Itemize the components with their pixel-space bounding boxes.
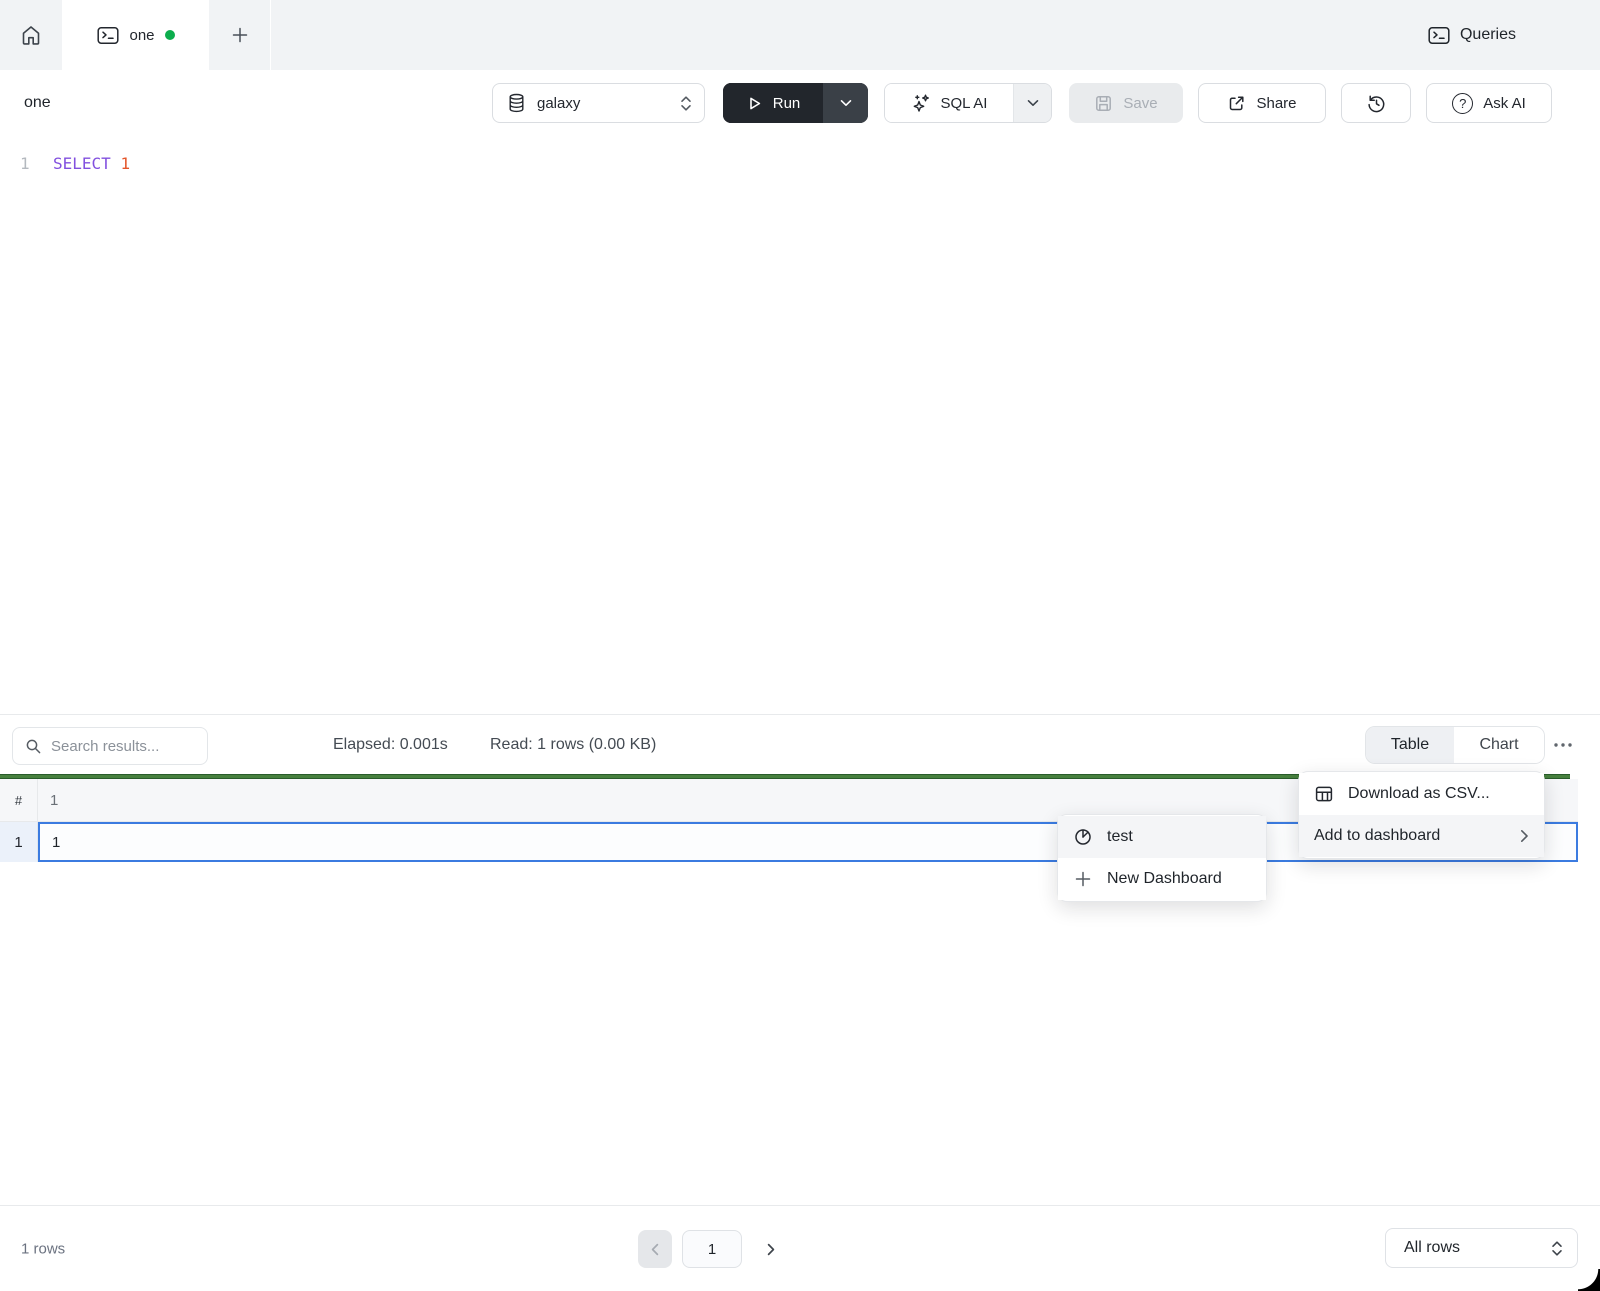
- updown-chevron-icon: [680, 95, 692, 112]
- sql-literal: 1: [120, 154, 130, 173]
- page-size-value: All rows: [1404, 1239, 1551, 1257]
- results-context-menu: Download as CSV... Add to dashboard: [1298, 771, 1545, 859]
- play-icon: [746, 95, 763, 112]
- queries-button[interactable]: Queries: [1408, 0, 1600, 70]
- pie-chart-icon: [1073, 827, 1093, 847]
- sparkles-icon: [911, 93, 931, 113]
- current-page-indicator[interactable]: 1: [682, 1230, 742, 1268]
- window-rounded-corner: [1578, 1269, 1600, 1291]
- query-toolbar: one galaxy Run: [0, 70, 1600, 136]
- tab-bar: one Queries: [0, 0, 1600, 70]
- menu-item-add-to-dashboard[interactable]: Add to dashboard: [1299, 815, 1544, 857]
- tab-table-view[interactable]: Table: [1366, 727, 1454, 763]
- line-number: 1: [0, 154, 40, 173]
- page-size-select[interactable]: All rows: [1385, 1228, 1578, 1268]
- ellipsis-icon: [1553, 742, 1573, 748]
- new-tab-button[interactable]: [209, 0, 271, 70]
- search-results-input[interactable]: [51, 738, 197, 755]
- tab-bar-spacer: [271, 0, 1408, 70]
- search-results-box: [12, 727, 208, 765]
- updown-chevron-icon: [1551, 1240, 1563, 1257]
- more-options-button[interactable]: [1549, 731, 1577, 759]
- run-button[interactable]: Run: [723, 83, 823, 123]
- submenu-item-test[interactable]: test: [1058, 816, 1266, 858]
- elapsed-stat: Elapsed: 0.001s: [333, 715, 448, 774]
- row-index-cell[interactable]: 1: [0, 822, 38, 862]
- query-title: one: [24, 94, 51, 112]
- run-split-button: Run: [723, 83, 868, 123]
- queries-label: Queries: [1460, 26, 1516, 44]
- save-label: Save: [1123, 95, 1157, 112]
- results-footer: 1 rows 1 All rows: [0, 1205, 1600, 1291]
- menu-item-label: Download as CSV...: [1348, 785, 1529, 803]
- sql-code: SELECT 1: [40, 154, 130, 173]
- share-button[interactable]: Share: [1198, 83, 1326, 123]
- ask-ai-button[interactable]: ? Ask AI: [1426, 83, 1552, 123]
- tab-label: one: [129, 27, 154, 44]
- run-label: Run: [773, 95, 801, 112]
- sql-console-window: one Queries one galaxy: [0, 0, 1600, 1291]
- sql-ai-button[interactable]: SQL AI: [885, 84, 1013, 122]
- history-icon: [1366, 93, 1387, 114]
- menu-item-download-csv[interactable]: Download as CSV...: [1299, 773, 1544, 815]
- space: [111, 154, 121, 173]
- tab-chart-view[interactable]: Chart: [1454, 727, 1544, 763]
- sql-keyword: SELECT: [53, 154, 111, 173]
- chevron-down-icon: [840, 99, 852, 107]
- plus-icon: [231, 26, 249, 44]
- plus-icon: [1073, 870, 1093, 888]
- search-icon: [25, 738, 42, 755]
- home-button[interactable]: [0, 0, 63, 70]
- submenu-item-new-dashboard[interactable]: New Dashboard: [1058, 858, 1266, 900]
- database-icon: [507, 93, 526, 113]
- question-circle-icon: ?: [1452, 93, 1473, 114]
- index-column-header: #: [0, 779, 38, 821]
- home-icon: [19, 23, 43, 47]
- chevron-right-icon: [1520, 829, 1529, 843]
- terminal-icon: [1428, 26, 1450, 45]
- database-name: galaxy: [537, 95, 669, 112]
- submenu-item-label: test: [1107, 828, 1251, 846]
- submenu-item-label: New Dashboard: [1107, 870, 1251, 888]
- database-select[interactable]: galaxy: [492, 83, 705, 123]
- previous-page-button[interactable]: [638, 1230, 672, 1268]
- terminal-icon: [97, 26, 119, 45]
- menu-item-label: Add to dashboard: [1314, 827, 1506, 845]
- dashboard-submenu: test New Dashboard: [1057, 814, 1267, 902]
- sql-ai-options-button[interactable]: [1013, 84, 1051, 122]
- share-label: Share: [1256, 95, 1296, 112]
- editor-line: 1 SELECT 1: [0, 150, 130, 176]
- share-icon: [1227, 94, 1246, 113]
- chevron-left-icon: [651, 1243, 659, 1256]
- history-button[interactable]: [1341, 83, 1411, 123]
- save-icon: [1094, 94, 1113, 113]
- sql-ai-split-button: SQL AI: [884, 83, 1052, 123]
- chevron-down-icon: [1027, 99, 1039, 107]
- results-toolbar: Elapsed: 0.001s Read: 1 rows (0.00 KB) T…: [0, 714, 1600, 774]
- save-button[interactable]: Save: [1069, 83, 1183, 123]
- view-toggle: Table Chart: [1365, 726, 1545, 764]
- sql-editor[interactable]: 1 SELECT 1: [0, 136, 1600, 714]
- read-stat: Read: 1 rows (0.00 KB): [490, 715, 656, 774]
- tab-one[interactable]: one: [63, 0, 209, 70]
- ask-ai-label: Ask AI: [1483, 95, 1526, 112]
- run-options-button[interactable]: [823, 83, 868, 123]
- next-page-button[interactable]: [756, 1230, 786, 1268]
- table-grid-icon: [1314, 784, 1334, 804]
- sql-ai-label: SQL AI: [941, 95, 988, 112]
- chevron-right-icon: [767, 1243, 775, 1256]
- unsaved-changes-dot: [165, 30, 175, 40]
- row-count: 1 rows: [21, 1240, 65, 1257]
